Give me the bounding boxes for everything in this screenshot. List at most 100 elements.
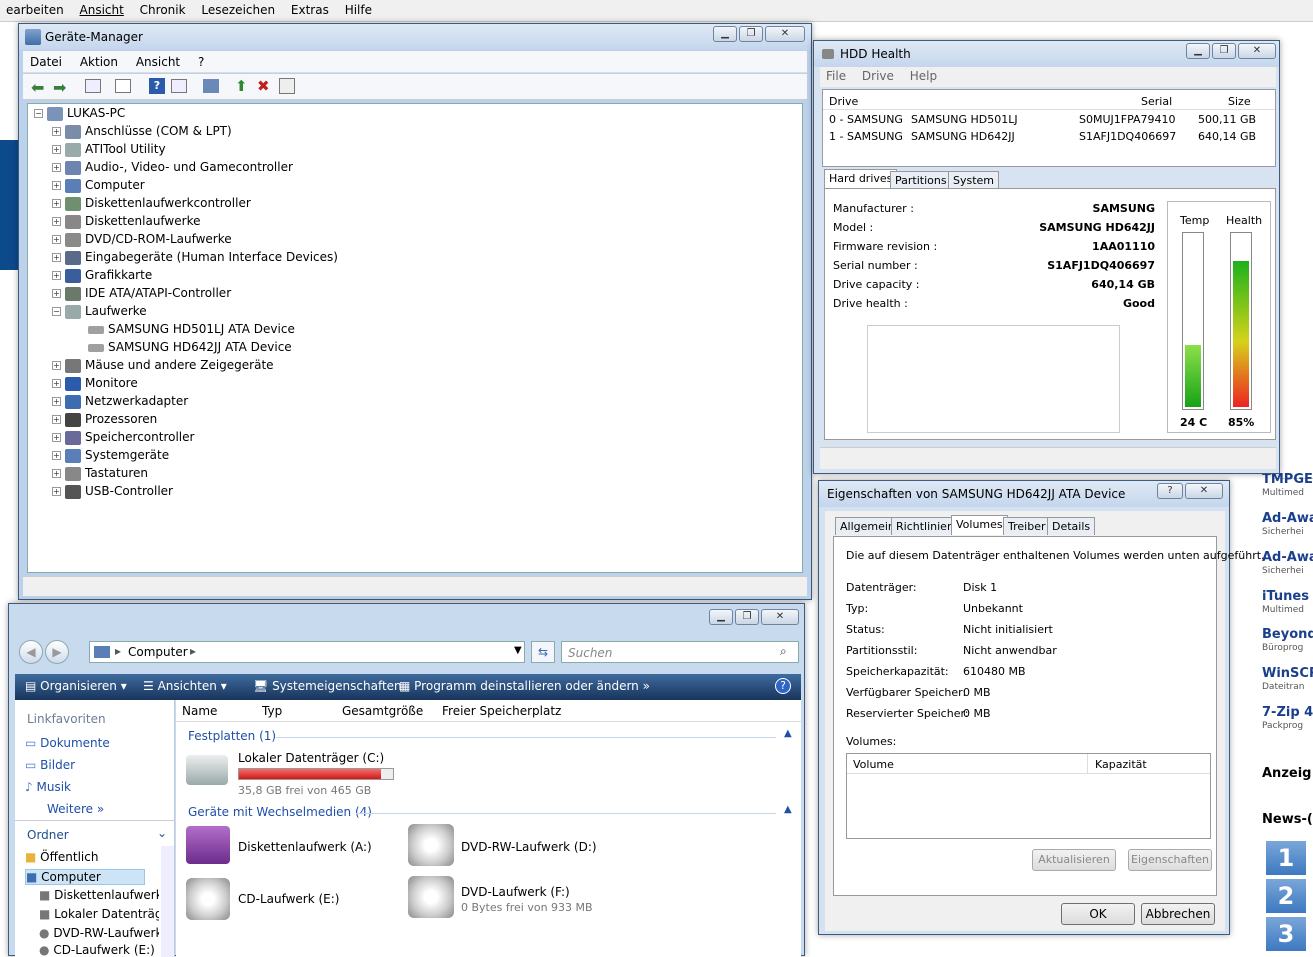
menu-action[interactable]: Aktion: [73, 51, 125, 73]
search-icon[interactable]: ⌕: [780, 644, 787, 659]
help-icon[interactable]: ?: [149, 78, 165, 94]
tab-system[interactable]: System: [948, 171, 1000, 189]
views-button[interactable]: ☰ Ansichten ▾: [143, 679, 227, 693]
expand-toggle[interactable]: +: [52, 235, 61, 244]
back-icon[interactable]: ◀: [19, 640, 43, 664]
menu-file[interactable]: Datei: [23, 51, 69, 73]
maximize-button[interactable]: ❐: [735, 609, 759, 625]
chevron-up-icon[interactable]: ▲: [784, 728, 792, 739]
expand-toggle[interactable]: +: [52, 397, 61, 406]
expand-toggle[interactable]: +: [52, 145, 61, 154]
back-icon[interactable]: ⬅: [31, 78, 44, 97]
forward-icon[interactable]: ➡: [53, 78, 66, 97]
menu-drive[interactable]: Drive: [856, 67, 900, 85]
tree-item[interactable]: + DVD/CD-ROM-Laufwerke: [52, 232, 232, 250]
organize-button[interactable]: ▤ Organisieren ▾: [25, 679, 127, 693]
menu-help[interactable]: Help: [904, 67, 943, 85]
tree-item[interactable]: + IDE ATA/ATAPI-Controller: [52, 286, 231, 304]
tree-item[interactable]: + Speichercontroller: [52, 430, 194, 448]
expand-toggle[interactable]: +: [52, 487, 61, 496]
tab-partitions[interactable]: Partitions: [890, 171, 952, 189]
col-total-size[interactable]: Gesamtgröße: [342, 704, 423, 718]
expand-toggle[interactable]: +: [52, 433, 61, 442]
expand-toggle[interactable]: −: [52, 307, 61, 316]
tree-item[interactable]: − Laufwerke: [52, 304, 147, 322]
folder-item[interactable]: ■ Öffentlich: [25, 850, 98, 864]
tree-item[interactable]: + Monitore: [52, 376, 138, 394]
sidebar-link[interactable]: Ad-Awa: [1262, 511, 1313, 526]
minimize-button[interactable]: ▁: [713, 26, 737, 42]
forward-icon[interactable]: ▶: [45, 640, 69, 664]
drive-row[interactable]: 0 - SAMSUNG SAMSUNG HD501LJ S0MUJ1FPA794…: [823, 113, 1275, 130]
expand-toggle[interactable]: +: [52, 199, 61, 208]
tree-item[interactable]: + Mäuse und andere Zeigegeräte: [52, 358, 274, 376]
news-number[interactable]: 3: [1266, 917, 1306, 951]
fav-documents[interactable]: ▭ Dokumente: [25, 736, 110, 750]
expand-toggle[interactable]: +: [52, 271, 61, 280]
device-manager-titlebar[interactable]: Geräte-Manager ▁ ❐ ✕: [19, 24, 811, 50]
close-button[interactable]: ✕: [761, 609, 799, 625]
address-bar[interactable]: ▸ Computer ▸ ▼: [89, 641, 525, 663]
system-properties-button[interactable]: 🖥 Systemeigenschaften: [253, 679, 402, 693]
chevron-up-icon[interactable]: ▲: [784, 804, 792, 815]
tree-item[interactable]: + Prozessoren: [52, 412, 157, 430]
sidebar-link[interactable]: WinSCP: [1262, 666, 1313, 681]
expand-toggle[interactable]: +: [52, 379, 61, 388]
sidebar-link[interactable]: 7-Zip 4: [1262, 705, 1313, 720]
expand-toggle[interactable]: +: [52, 253, 61, 262]
uninstall-program-button[interactable]: ▦ Programm deinstallieren oder ändern »: [399, 679, 650, 693]
tree-subitem[interactable]: SAMSUNG HD642JJ ATA Device: [88, 340, 292, 358]
drive-row[interactable]: 1 - SAMSUNG SAMSUNG HD642JJ S1AFJ1DQ4066…: [823, 130, 1275, 147]
tab-hard-drives[interactable]: Hard drives: [824, 169, 898, 189]
expand-toggle[interactable]: +: [52, 415, 61, 424]
col-capacity[interactable]: Kapazität: [1095, 758, 1147, 771]
close-button[interactable]: ✕: [1238, 43, 1276, 59]
tree-root[interactable]: − LUKAS-PC: [34, 106, 125, 124]
tab-driver[interactable]: Treiber: [1003, 517, 1051, 535]
col-volume[interactable]: Volume: [853, 758, 894, 771]
tree-item[interactable]: + Netzwerkadapter: [52, 394, 188, 412]
sidebar-link[interactable]: iTunes: [1262, 589, 1313, 604]
properties-button[interactable]: Eigenschaften: [1128, 849, 1212, 871]
col-serial[interactable]: Serial: [1141, 95, 1172, 108]
disk-c-name[interactable]: Lokaler Datenträger (C:): [238, 751, 384, 765]
update-driver-icon[interactable]: ⬆: [235, 77, 248, 95]
tab-policies[interactable]: Richtlinien: [891, 517, 959, 535]
sidebar-link[interactable]: Beyond: [1262, 627, 1313, 642]
cancel-button[interactable]: Abbrechen: [1141, 903, 1215, 925]
tree-item[interactable]: + Eingabegeräte (Human Interface Devices): [52, 250, 338, 268]
sidebar-link[interactable]: TMPGEr: [1262, 472, 1313, 487]
tab-volumes[interactable]: Volumes: [951, 515, 1008, 535]
expand-toggle[interactable]: +: [52, 361, 61, 370]
menu-extras[interactable]: Extras: [285, 0, 335, 17]
folder-item[interactable]: ● CD-Laufwerk (E:): [39, 943, 159, 957]
hdd-health-titlebar[interactable]: HDD Health ▁ ❐ ✕: [814, 41, 1279, 67]
chevron-down-icon[interactable]: ⌄: [157, 826, 167, 840]
close-button[interactable]: ✕: [765, 26, 805, 42]
tree-subitem[interactable]: SAMSUNG HD501LJ ATA Device: [88, 322, 295, 340]
menu-help[interactable]: Hilfe: [339, 0, 378, 17]
col-drive[interactable]: Drive: [829, 95, 858, 108]
menu-help[interactable]: ?: [191, 51, 211, 73]
col-size[interactable]: Size: [1228, 95, 1251, 108]
menu-history[interactable]: Chronik: [134, 0, 192, 17]
device-name[interactable]: DVD-RW-Laufwerk (D:): [461, 840, 597, 854]
expand-toggle[interactable]: +: [52, 181, 61, 190]
folder-item[interactable]: ■ Diskettenlaufwerk: [39, 888, 159, 902]
tab-details[interactable]: Details: [1047, 517, 1096, 535]
menu-bookmarks[interactable]: Lesezeichen: [195, 0, 281, 17]
col-free-space[interactable]: Freier Speicherplatz: [442, 704, 561, 718]
news-number[interactable]: 2: [1266, 879, 1306, 913]
maximize-button[interactable]: ❐: [1212, 43, 1236, 59]
maximize-button[interactable]: ❐: [739, 26, 763, 42]
expand-toggle[interactable]: +: [52, 127, 61, 136]
folders-heading[interactable]: Ordner: [27, 828, 69, 842]
tree-item[interactable]: + Diskettenlaufwerke: [52, 214, 200, 232]
help-button[interactable]: ?: [1157, 483, 1183, 499]
folder-item[interactable]: ■ Computer: [25, 869, 145, 885]
group-hard-disks[interactable]: Festplatten (1): [188, 729, 276, 743]
minimize-button[interactable]: ▁: [1186, 43, 1210, 59]
col-type[interactable]: Typ: [262, 704, 282, 718]
col-name[interactable]: Name: [182, 704, 217, 718]
fav-music[interactable]: ♪ Musik: [25, 780, 71, 794]
